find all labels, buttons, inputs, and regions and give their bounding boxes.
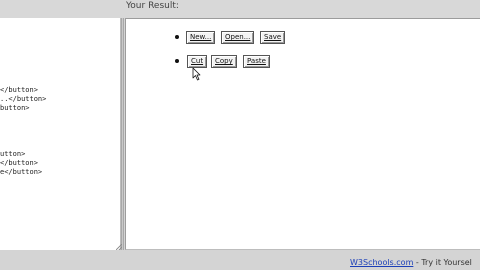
mouse-pointer-icon	[192, 67, 201, 81]
list-bullet	[175, 59, 179, 63]
top-bar: Your Result:	[0, 0, 480, 18]
code-line[interactable]: utton>	[0, 150, 25, 159]
code-line[interactable]: button>	[0, 104, 30, 113]
list-bullet	[175, 35, 179, 39]
code-line[interactable]: </button>	[0, 159, 38, 168]
code-line[interactable]: ..</button>	[0, 95, 46, 104]
code-line[interactable]: e</button>	[0, 168, 42, 177]
new-button[interactable]: New...	[186, 31, 216, 44]
save-button[interactable]: Save	[260, 31, 286, 44]
result-label: Your Result:	[126, 1, 179, 11]
copy-button[interactable]: Copy	[211, 55, 237, 68]
code-editor-pane[interactable]: </button> ..</button> button> utton> </b…	[0, 18, 121, 251]
code-line[interactable]: </button>	[0, 86, 38, 95]
open-button[interactable]: Open...	[221, 31, 255, 44]
paste-button[interactable]: Paste	[243, 55, 270, 68]
pane-splitter[interactable]	[121, 18, 124, 250]
footer-tail-text: - Try it Yoursel	[413, 258, 472, 267]
result-pane	[125, 18, 480, 250]
w3schools-link[interactable]: W3Schools.com	[350, 258, 413, 267]
footer: W3Schools.com - Try it Yoursel	[350, 258, 472, 267]
